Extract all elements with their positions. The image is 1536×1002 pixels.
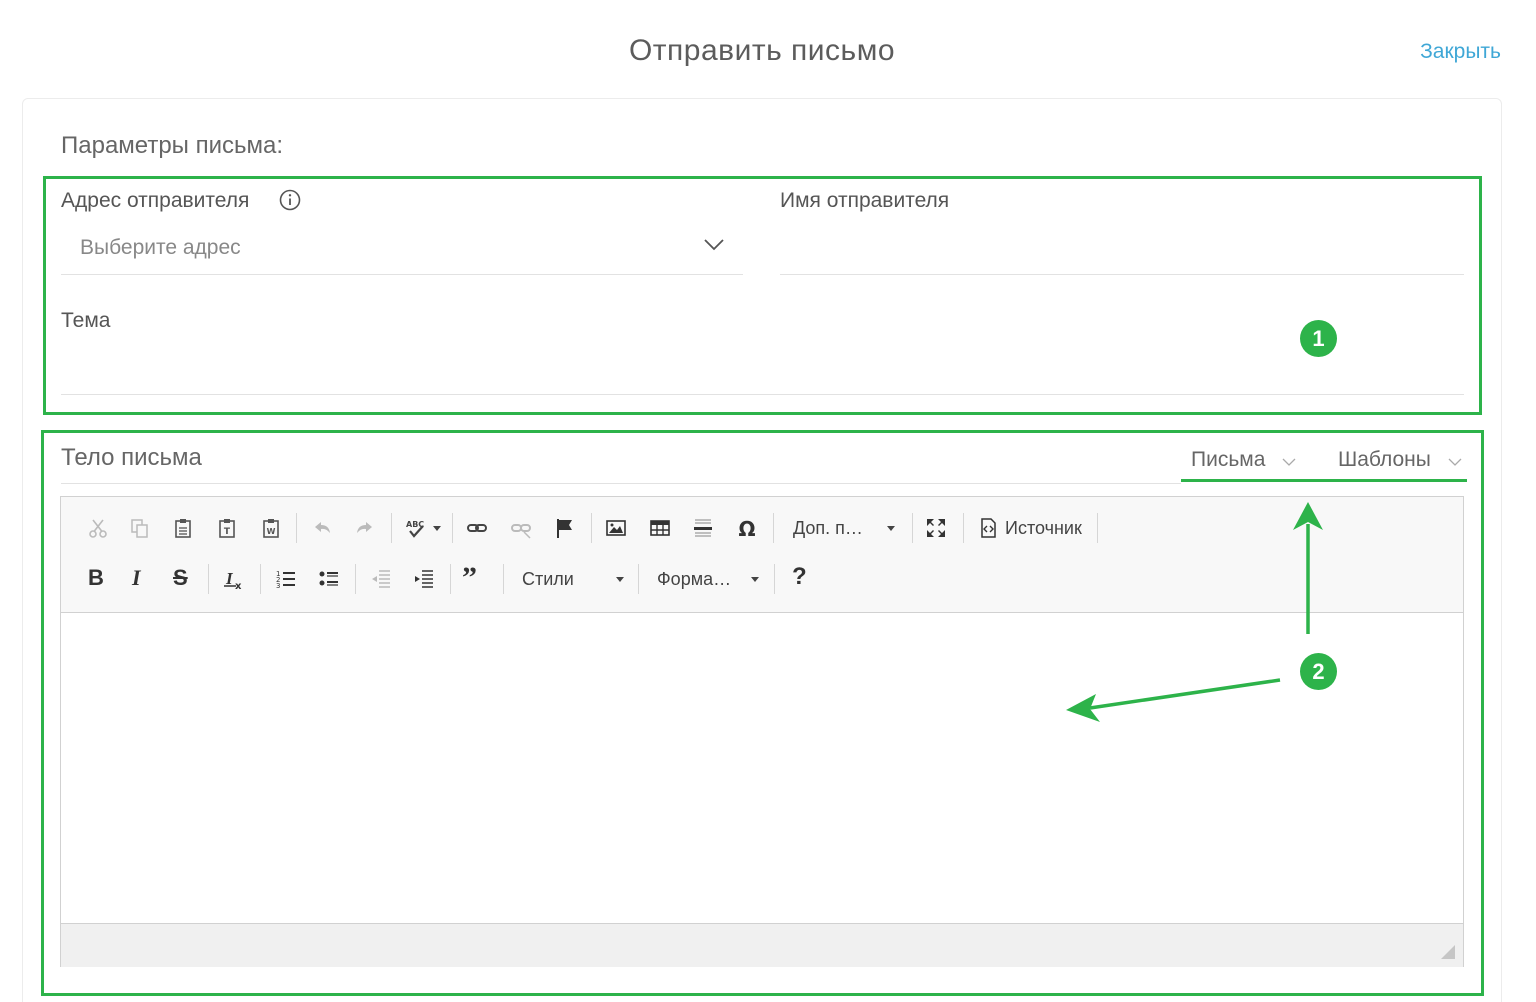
toolbar-separator: [503, 564, 504, 594]
params-title: Параметры письма:: [61, 132, 284, 159]
editor-toolbar: T W ABC Ω Доп. п… Источник B I S I x 1 2…: [61, 497, 1463, 613]
chevron-down-icon[interactable]: [1448, 458, 1462, 467]
paste-text-icon[interactable]: T: [210, 511, 244, 545]
body-label: Тело письма: [61, 444, 202, 471]
resize-grip-icon[interactable]: [1441, 945, 1455, 959]
editor-content-area[interactable]: [61, 613, 1463, 923]
svg-text:I: I: [225, 569, 234, 588]
subject-label: Тема: [61, 309, 111, 332]
subject-input[interactable]: [61, 348, 1464, 395]
copy-icon[interactable]: [123, 511, 157, 545]
strike-icon[interactable]: S: [173, 565, 188, 591]
help-icon[interactable]: ?: [792, 563, 807, 591]
toolbar-separator: [774, 564, 775, 594]
toolbar-separator: [638, 564, 639, 594]
anchor-flag-icon[interactable]: [548, 511, 582, 545]
cut-icon[interactable]: [81, 511, 115, 545]
close-link[interactable]: Закрыть: [1420, 40, 1501, 64]
spellcheck-dropdown-caret[interactable]: [433, 526, 441, 531]
format-dropdown[interactable]: Форма…: [657, 569, 731, 590]
special-char-icon[interactable]: Ω: [730, 511, 764, 545]
toolbar-separator: [296, 513, 297, 543]
toolbar-separator: [773, 513, 774, 543]
bulleted-list-icon[interactable]: [312, 562, 346, 596]
bold-icon[interactable]: B: [88, 565, 104, 591]
chevron-down-icon[interactable]: [1282, 458, 1296, 467]
sender-name-input[interactable]: [780, 228, 1464, 275]
tab-underline: [1181, 479, 1467, 482]
body-separator: [61, 483, 1181, 484]
indent-icon[interactable]: [407, 562, 441, 596]
blockquote-icon[interactable]: ”: [462, 561, 477, 595]
image-icon[interactable]: [599, 511, 633, 545]
remove-format-icon[interactable]: Ix: [217, 562, 251, 596]
svg-text:3: 3: [276, 582, 280, 590]
source-icon[interactable]: [971, 511, 1005, 545]
link-icon[interactable]: [460, 511, 494, 545]
sender-name-label: Имя отправителя: [780, 189, 950, 212]
extra-plugins-caret[interactable]: [887, 526, 895, 531]
redo-icon[interactable]: [348, 511, 382, 545]
annotation-badge-2: 2: [1300, 653, 1337, 690]
format-caret[interactable]: [751, 577, 759, 582]
svg-text:W: W: [267, 527, 276, 536]
tab-templates[interactable]: Шаблоны: [1338, 448, 1431, 472]
italic-icon[interactable]: I: [132, 565, 141, 591]
table-icon[interactable]: [643, 511, 677, 545]
sender-address-placeholder: Выберите адрес: [80, 236, 241, 259]
styles-caret[interactable]: [616, 577, 624, 582]
toolbar-separator: [452, 513, 453, 543]
toolbar-separator: [591, 513, 592, 543]
styles-dropdown[interactable]: Стили: [522, 569, 574, 590]
toolbar-separator: [963, 513, 964, 543]
maximize-icon[interactable]: [919, 511, 953, 545]
outdent-icon[interactable]: [364, 562, 398, 596]
numbered-list-icon[interactable]: 123: [269, 562, 303, 596]
spellcheck-icon[interactable]: ABC: [399, 511, 433, 545]
toolbar-separator: [912, 513, 913, 543]
annotation-badge-1: 1: [1300, 320, 1337, 357]
svg-text:T: T: [224, 527, 231, 537]
chevron-down-icon: [704, 239, 724, 251]
paste-word-icon[interactable]: W: [254, 511, 288, 545]
editor-status-bar: [61, 923, 1463, 967]
undo-icon[interactable]: [305, 511, 339, 545]
tab-letters[interactable]: Письма: [1191, 448, 1265, 472]
toolbar-separator: [1097, 513, 1098, 543]
page-title: Отправить письмо: [628, 34, 896, 67]
svg-text:Ω: Ω: [738, 517, 755, 539]
toolbar-separator: [208, 564, 209, 594]
toolbar-separator: [391, 513, 392, 543]
sender-address-label: Адрес отправителя: [61, 189, 250, 212]
rich-text-editor: T W ABC Ω Доп. п… Источник B I S I x 1 2…: [60, 496, 1464, 967]
unlink-icon[interactable]: [504, 511, 538, 545]
toolbar-separator: [450, 564, 451, 594]
toolbar-separator: [355, 564, 356, 594]
svg-text:x: x: [235, 581, 242, 590]
horizontal-rule-icon[interactable]: [686, 511, 720, 545]
sender-address-select[interactable]: Выберите адрес: [61, 228, 743, 275]
extra-plugins-dropdown[interactable]: Доп. п…: [793, 518, 863, 539]
toolbar-separator: [260, 564, 261, 594]
info-icon[interactable]: [279, 189, 301, 211]
source-button[interactable]: Источник: [1005, 518, 1082, 539]
paste-icon[interactable]: [166, 511, 200, 545]
